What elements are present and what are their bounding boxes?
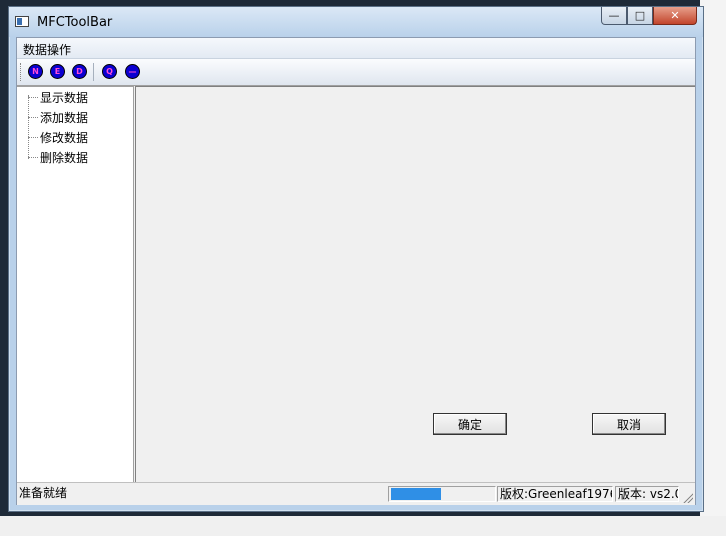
maximize-button[interactable]: □ bbox=[627, 7, 653, 25]
n-icon: N bbox=[32, 66, 39, 76]
d-icon: D bbox=[76, 66, 83, 76]
toolbar-e-button[interactable]: E bbox=[50, 64, 65, 79]
toolbar-separator bbox=[93, 63, 94, 81]
minimize-button[interactable]: — bbox=[601, 7, 627, 25]
title-bar[interactable]: MFCToolBar — □ ✕ bbox=[9, 7, 703, 37]
tree-item-show-data[interactable]: 显示数据 bbox=[28, 87, 88, 107]
tree-view[interactable]: 显示数据 添加数据 修改数据 删除数据 bbox=[17, 86, 134, 482]
toolbar-n-button[interactable]: N bbox=[28, 64, 43, 79]
cancel-button[interactable]: 取消 bbox=[592, 413, 666, 435]
page-bottom-strip bbox=[0, 516, 726, 536]
status-version: 版本: vs2.0 bbox=[615, 486, 679, 502]
e-icon: E bbox=[54, 66, 61, 76]
toolbar-q-button[interactable]: Q bbox=[102, 64, 117, 79]
tree-item-label: 添加数据 bbox=[40, 110, 89, 125]
status-copyright: 版权:Greenleaf1976 bbox=[497, 486, 613, 502]
close-icon: ✕ bbox=[670, 9, 680, 22]
resize-grip[interactable] bbox=[683, 493, 693, 503]
app-icon bbox=[15, 16, 29, 27]
close-button[interactable]: ✕ bbox=[653, 7, 697, 25]
q-icon: Q bbox=[106, 66, 113, 76]
window-title: MFCToolBar bbox=[37, 15, 113, 30]
toolbar-minus-button[interactable]: — bbox=[125, 64, 140, 79]
main-window: MFCToolBar — □ ✕ 数据操作 N E D Q — 显示数据 添加数… bbox=[8, 6, 704, 512]
menu-data-operations[interactable]: 数据操作 bbox=[23, 41, 71, 58]
maximize-icon: □ bbox=[634, 9, 646, 22]
form-view: 确定 取消 bbox=[135, 86, 695, 482]
tree-item-delete-data[interactable]: 删除数据 bbox=[28, 147, 88, 167]
status-progress-bar bbox=[388, 486, 496, 502]
toolbar-grip[interactable] bbox=[20, 63, 24, 81]
progress-fill bbox=[391, 488, 441, 500]
client-area: 数据操作 N E D Q — 显示数据 添加数据 修改数据 删除数据 确定 取消… bbox=[16, 37, 696, 505]
status-ready-text: 准备就绪 bbox=[19, 486, 68, 500]
tree-item-label: 显示数据 bbox=[40, 90, 89, 105]
toolbar: N E D Q — bbox=[17, 59, 695, 86]
status-bar: 准备就绪 版权:Greenleaf1976 版本: vs2.0 bbox=[17, 482, 695, 505]
tree-item-modify-data[interactable]: 修改数据 bbox=[28, 127, 88, 147]
tree-item-add-data[interactable]: 添加数据 bbox=[28, 107, 88, 127]
ok-button[interactable]: 确定 bbox=[433, 413, 507, 435]
minimize-icon: — bbox=[608, 9, 620, 22]
tree-item-label: 删除数据 bbox=[40, 150, 89, 165]
toolbar-d-button[interactable]: D bbox=[72, 64, 87, 79]
caption-buttons: — □ ✕ bbox=[601, 7, 697, 27]
minus-icon: — bbox=[128, 66, 137, 76]
menu-bar: 数据操作 bbox=[17, 38, 695, 59]
tree-item-label: 修改数据 bbox=[40, 130, 89, 145]
